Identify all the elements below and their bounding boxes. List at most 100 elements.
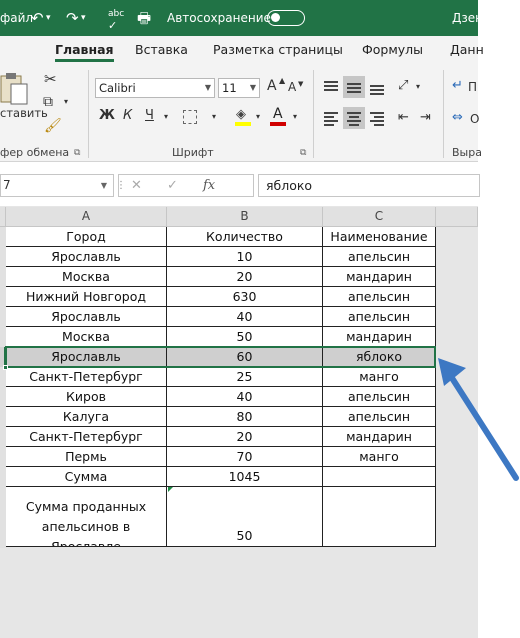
row-city-cell[interactable]: Нижний Новгород: [6, 287, 167, 307]
row-product-cell[interactable]: манго: [323, 367, 436, 387]
tab-page-layout[interactable]: Разметка страницы: [213, 36, 343, 64]
row-quantity-cell[interactable]: 70: [167, 447, 323, 467]
row-quantity-cell[interactable]: 20: [167, 267, 323, 287]
sum-row-product-cell[interactable]: [323, 467, 436, 487]
column-header-c[interactable]: C: [323, 207, 436, 227]
decrease-indent-icon[interactable]: ⇤: [398, 110, 409, 125]
row-quantity-cell[interactable]: 20: [167, 427, 323, 447]
row-quantity-cell[interactable]: 40: [167, 387, 323, 407]
row-city-cell[interactable]: Пермь: [6, 447, 167, 467]
tab-formulas[interactable]: Формулы: [362, 36, 423, 64]
row-quantity-cell[interactable]: 50: [167, 327, 323, 347]
align-left-button[interactable]: [320, 107, 342, 129]
row-product-cell[interactable]: апельсин: [323, 307, 436, 327]
row-city-cell[interactable]: Ярославль: [6, 247, 167, 267]
row-product-cell[interactable]: апельсин: [323, 387, 436, 407]
align-middle-button[interactable]: [343, 76, 365, 98]
name-box[interactable]: 7 ▼: [0, 174, 114, 197]
wrap-text-label[interactable]: П: [468, 80, 477, 94]
shrink-font-button[interactable]: A: [288, 80, 296, 94]
font-color-icon[interactable]: A: [270, 106, 286, 126]
row-product-cell[interactable]: апельсин: [323, 407, 436, 427]
row-product-cell[interactable]: апельсин: [323, 287, 436, 307]
row-quantity-cell[interactable]: 80: [167, 407, 323, 427]
row-product-cell[interactable]: мандарин: [323, 427, 436, 447]
increase-indent-icon[interactable]: ⇥: [420, 110, 431, 125]
font-color-dropdown-icon[interactable]: ▾: [293, 112, 297, 121]
column-header-b[interactable]: B: [167, 207, 323, 227]
row-product-cell[interactable]: апельсин: [323, 247, 436, 267]
row-product-cell[interactable]: мандарин: [323, 267, 436, 287]
cut-icon[interactable]: ✂: [44, 70, 57, 88]
header-quantity-cell[interactable]: Количество: [167, 227, 323, 247]
align-center-button[interactable]: [343, 107, 365, 129]
font-group-label: Шрифт: [172, 146, 214, 159]
row-quantity-cell[interactable]: 10: [167, 247, 323, 267]
row-city-cell[interactable]: Санкт-Петербург: [6, 367, 167, 387]
fill-color-dropdown-icon[interactable]: ▾: [256, 112, 260, 121]
header-city-cell[interactable]: Город: [6, 227, 167, 247]
quick-print-icon[interactable]: 🖶: [137, 0, 151, 36]
summary-row-quantity-cell[interactable]: 50: [167, 487, 323, 547]
row-city-cell[interactable]: Калуга: [6, 407, 167, 427]
row-city-cell[interactable]: Ярославль: [6, 307, 167, 327]
orientation-dropdown-icon[interactable]: ▾: [416, 82, 420, 91]
tab-insert[interactable]: Вставка: [135, 36, 188, 64]
redo-dropdown-icon[interactable]: ▾: [81, 0, 86, 36]
sum-row-quantity-cell[interactable]: 1045: [167, 467, 323, 487]
column-header-a[interactable]: A: [6, 207, 167, 227]
font-launcher-icon[interactable]: ⧉: [300, 148, 306, 158]
insert-function-icon[interactable]: fx: [203, 175, 215, 196]
redo-icon[interactable]: ↷: [66, 0, 79, 36]
borders-dropdown-icon[interactable]: ▾: [212, 112, 216, 121]
row-quantity-cell[interactable]: 25: [167, 367, 323, 387]
formula-input[interactable]: яблоко: [258, 174, 480, 197]
merge-center-label[interactable]: О: [470, 112, 479, 126]
orientation-icon[interactable]: ⤢: [398, 78, 408, 93]
copy-dropdown-icon[interactable]: ▾: [64, 97, 68, 106]
cancel-entry-icon[interactable]: ✕: [131, 175, 142, 196]
row-city-cell[interactable]: Москва: [6, 267, 167, 287]
bold-button[interactable]: Ж: [99, 108, 115, 123]
summary-row-product-cell[interactable]: [323, 487, 436, 547]
summary-row-city-cell[interactable]: Сумма проданных апельсинов в Ярославле: [6, 487, 167, 547]
row-city-cell[interactable]: Санкт-Петербург: [6, 427, 167, 447]
fill-handle[interactable]: [3, 365, 8, 370]
align-bottom-button[interactable]: [366, 76, 388, 98]
header-product-cell[interactable]: Наименование: [323, 227, 436, 247]
tab-home[interactable]: Главная: [55, 36, 114, 64]
merge-center-icon[interactable]: ⇔: [452, 110, 463, 125]
font-family-select[interactable]: Calibri ▼: [95, 78, 215, 98]
file-tab[interactable]: файл: [0, 0, 33, 36]
undo-dropdown-icon[interactable]: ▾: [46, 0, 51, 36]
format-painter-icon[interactable]: 🖌: [44, 118, 62, 134]
tab-data[interactable]: Данн: [450, 36, 484, 64]
underline-dropdown-icon[interactable]: ▾: [164, 112, 168, 121]
wrap-text-icon[interactable]: ↵: [452, 78, 463, 93]
row-quantity-cell[interactable]: 40: [167, 307, 323, 327]
undo-icon[interactable]: ↶: [31, 0, 44, 36]
fill-color-icon[interactable]: ◈: [235, 107, 251, 126]
enter-entry-icon[interactable]: ✓: [167, 175, 178, 196]
row-quantity-cell[interactable]: 630: [167, 287, 323, 307]
column-header-d[interactable]: [436, 207, 478, 227]
font-size-value: 11: [222, 81, 237, 95]
clipboard-launcher-icon[interactable]: ⧉: [74, 148, 80, 158]
paste-label[interactable]: ставить: [0, 106, 48, 120]
align-right-button[interactable]: [366, 107, 388, 129]
row-product-cell[interactable]: мандарин: [323, 327, 436, 347]
row-city-cell[interactable]: Киров: [6, 387, 167, 407]
row-product-cell[interactable]: манго: [323, 447, 436, 467]
font-size-select[interactable]: 11 ▼: [218, 78, 260, 98]
sum-row-city-cell[interactable]: Сумма: [6, 467, 167, 487]
autosave-toggle[interactable]: [267, 10, 305, 26]
error-indicator-icon[interactable]: [168, 487, 173, 492]
grow-font-button[interactable]: A: [267, 78, 277, 94]
copy-icon[interactable]: ⧉: [43, 94, 53, 110]
underline-button[interactable]: Ч: [145, 108, 154, 123]
row-city-cell[interactable]: Москва: [6, 327, 167, 347]
borders-icon[interactable]: [183, 110, 197, 124]
italic-button[interactable]: К: [123, 108, 132, 123]
align-top-button[interactable]: [320, 76, 342, 98]
paste-icon[interactable]: [0, 70, 30, 106]
